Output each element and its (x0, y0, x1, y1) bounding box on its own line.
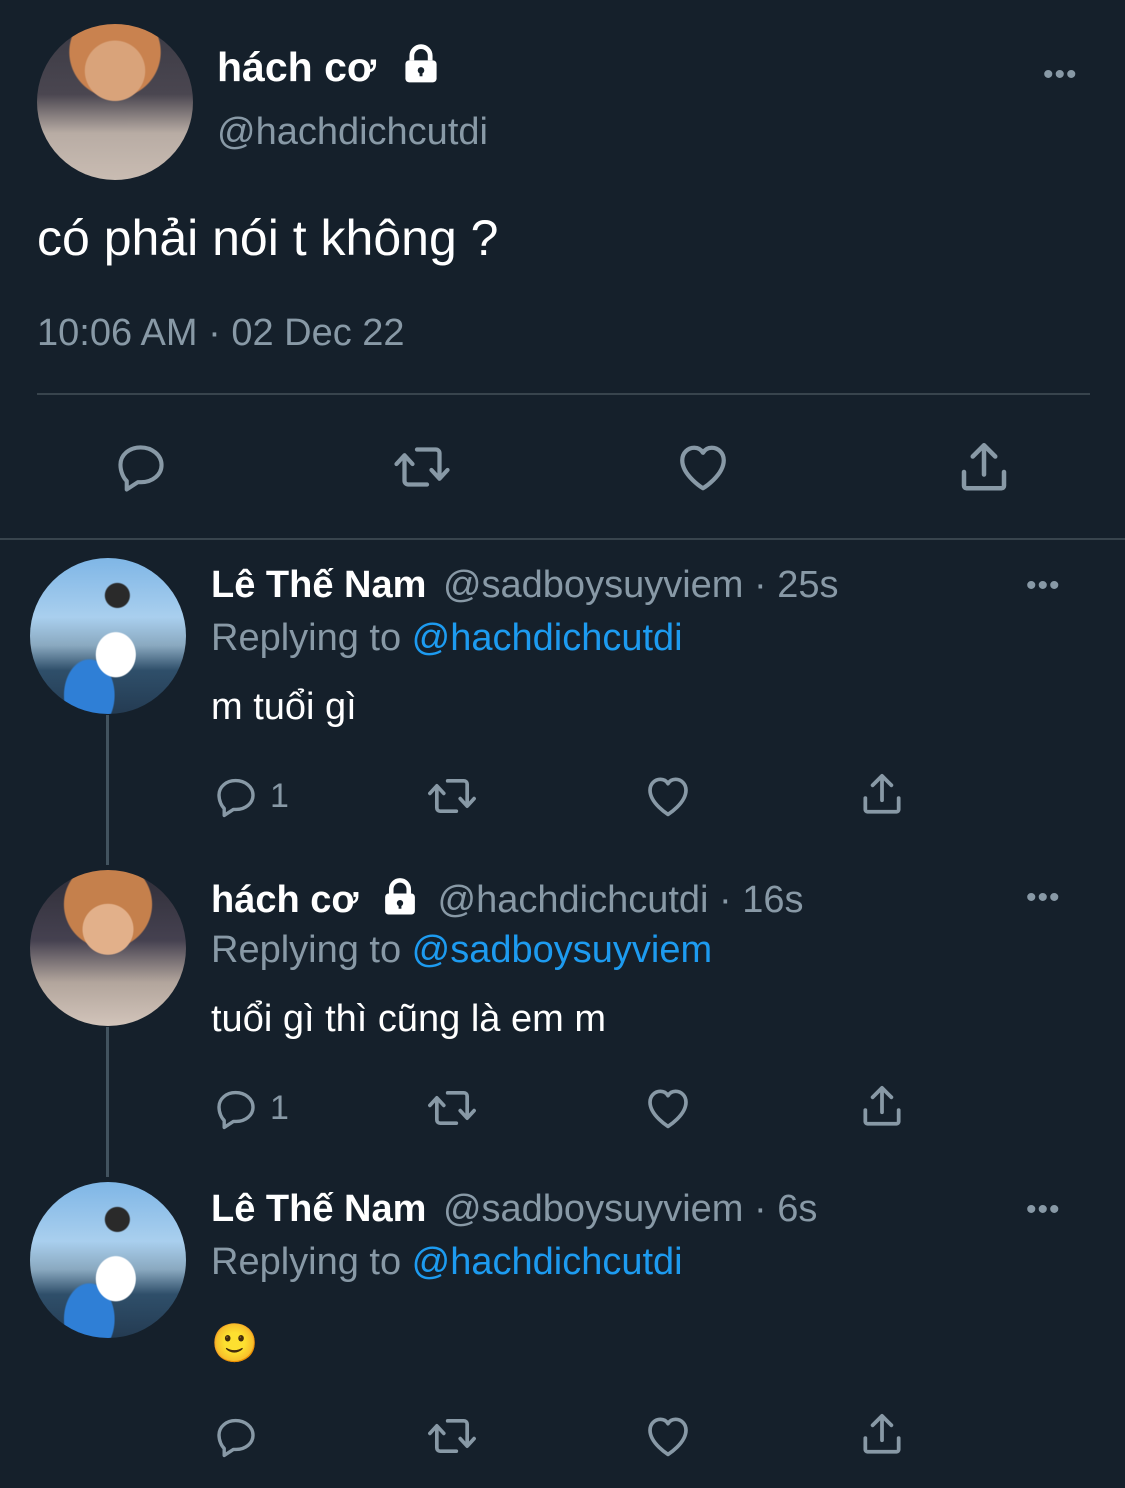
share-button[interactable] (954, 437, 1014, 497)
share-icon (954, 437, 1014, 497)
replying-to-label: Replying to (211, 929, 412, 971)
retweet-icon (424, 1082, 480, 1134)
lock-icon (399, 42, 443, 86)
heart-icon (642, 1082, 694, 1134)
main-author-row: hách cơ (217, 44, 443, 92)
avatar[interactable] (30, 558, 186, 714)
replying-to-handle[interactable]: @hachdichcutdi (412, 1241, 683, 1283)
avatar[interactable] (30, 870, 186, 1026)
author-handle-time[interactable]: @sadboysuyviem · 25s (443, 564, 839, 606)
retweet-icon (390, 437, 454, 497)
reply-header: Lê Thế Nam @sadboysuyviem · 6s (211, 1187, 817, 1231)
divider (37, 393, 1090, 395)
share-button[interactable] (857, 1409, 907, 1459)
heart-icon (642, 770, 694, 822)
more-icon[interactable]: ••• (1026, 883, 1061, 913)
reply-button[interactable]: 1 (212, 1084, 289, 1132)
author-name[interactable]: hách cơ (217, 44, 376, 90)
share-icon (857, 1409, 907, 1459)
avatar[interactable] (30, 1182, 186, 1338)
replying-to-label: Replying to (211, 1241, 412, 1283)
share-button[interactable] (857, 1081, 907, 1131)
like-button[interactable] (642, 770, 694, 822)
reply-icon (212, 1412, 260, 1460)
like-button[interactable] (642, 1082, 694, 1134)
share-button[interactable] (857, 769, 907, 819)
reply-count: 1 (270, 776, 289, 815)
retweet-button[interactable] (424, 1410, 480, 1462)
author-handle-time[interactable]: @hachdichcutdi · 16s (438, 879, 804, 921)
retweet-icon (424, 770, 480, 822)
reply-text: m tuổi gì (211, 686, 357, 728)
reply-button[interactable] (112, 437, 170, 495)
replying-to-label: Replying to (211, 617, 412, 659)
avatar[interactable] (37, 24, 193, 180)
reply-count: 1 (270, 1088, 289, 1127)
reply-icon (212, 1084, 260, 1132)
replying-to-line: Replying to @hachdichcutdi (211, 616, 683, 660)
share-icon (857, 769, 907, 819)
retweet-button[interactable] (390, 437, 454, 497)
more-icon[interactable]: ••• (1026, 571, 1061, 601)
reply-header: hách cơ @hachdichcutdi · 16s (211, 878, 804, 923)
replying-to-handle[interactable]: @hachdichcutdi (412, 617, 683, 659)
more-icon[interactable]: ••• (1043, 60, 1078, 90)
share-icon (857, 1081, 907, 1131)
tweet-text: có phải nói t không ? (37, 210, 499, 266)
retweet-button[interactable] (424, 1082, 480, 1134)
reply-icon (212, 772, 260, 820)
replying-to-handle[interactable]: @sadboysuyviem (412, 929, 712, 971)
reply-header: Lê Thế Nam @sadboysuyviem · 25s (211, 563, 838, 607)
like-button[interactable] (673, 437, 733, 497)
author-handle[interactable]: @hachdichcutdi (217, 110, 488, 154)
thread-line (106, 715, 109, 865)
reply-icon (112, 437, 170, 495)
author-handle-time[interactable]: @sadboysuyviem · 6s (443, 1188, 817, 1230)
section-divider (0, 538, 1125, 540)
reply-text: 🙂 (211, 1323, 259, 1365)
heart-icon (642, 1410, 694, 1462)
author-name[interactable]: hách cơ (211, 879, 358, 921)
author-name[interactable]: Lê Thế Nam (211, 564, 426, 606)
heart-icon (673, 437, 733, 497)
thread-line (106, 1027, 109, 1177)
reply-button[interactable] (212, 1412, 270, 1460)
like-button[interactable] (642, 1410, 694, 1462)
replying-to-line: Replying to @hachdichcutdi (211, 1240, 683, 1284)
author-name[interactable]: Lê Thế Nam (211, 1188, 426, 1230)
retweet-button[interactable] (424, 770, 480, 822)
more-icon[interactable]: ••• (1026, 1195, 1061, 1225)
replying-to-line: Replying to @sadboysuyviem (211, 928, 712, 972)
retweet-icon (424, 1410, 480, 1462)
reply-text: tuổi gì thì cũng là em m (211, 998, 606, 1040)
reply-button[interactable]: 1 (212, 772, 289, 820)
tweet-timestamp[interactable]: 10:06 AM · 02 Dec 22 (37, 310, 405, 356)
lock-icon (379, 876, 421, 918)
